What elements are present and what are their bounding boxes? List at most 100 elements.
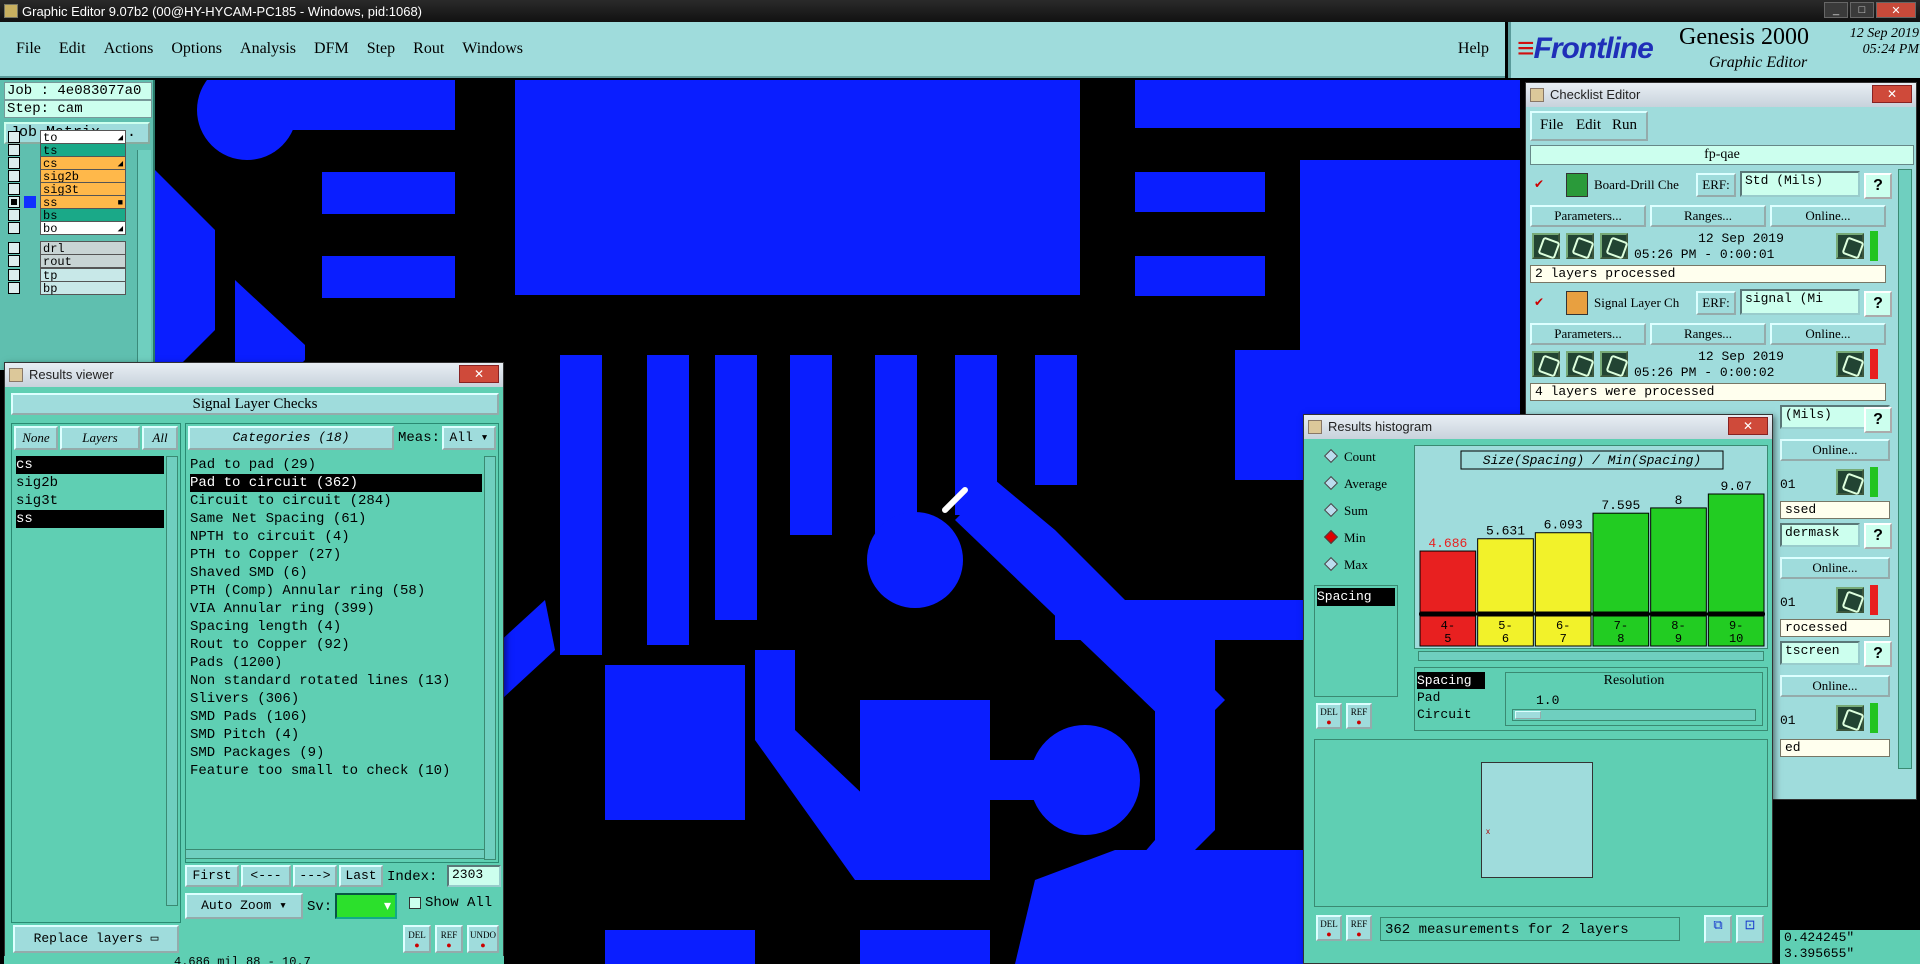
zoom-icon[interactable] <box>1836 705 1864 731</box>
board-preview[interactable]: x <box>1481 762 1593 878</box>
menu-step[interactable]: Step <box>365 38 397 60</box>
list-item[interactable]: sig2b <box>16 474 164 492</box>
layer-checkbox[interactable] <box>8 269 20 281</box>
parameters-button[interactable]: Parameters... <box>1530 323 1646 345</box>
layer-row-rout[interactable]: rout <box>8 254 126 269</box>
layer-name[interactable]: to ◢ <box>40 130 126 145</box>
horizontal-scrollbar[interactable] <box>185 849 485 859</box>
menu-windows[interactable]: Windows <box>460 38 525 60</box>
parameters-button[interactable]: Parameters... <box>1530 205 1646 227</box>
slider-handle[interactable] <box>1515 711 1541 719</box>
del-button[interactable]: DEL ● <box>1316 703 1342 729</box>
severity-select[interactable]: ▾ <box>335 893 397 919</box>
layer-checkbox[interactable] <box>8 282 20 294</box>
category-item[interactable]: VIA Annular ring (399) <box>190 600 482 618</box>
vertical-scrollbar[interactable] <box>484 456 496 860</box>
run-icon[interactable] <box>1532 233 1560 259</box>
check-enabled-icon[interactable]: ✔ <box>1534 177 1544 191</box>
layer-name[interactable]: ss ■ <box>40 195 126 210</box>
measure-list[interactable]: Spacing <box>1314 585 1398 697</box>
layer-name[interactable]: sig3t <box>40 182 126 197</box>
vertical-scrollbar[interactable] <box>1898 169 1912 769</box>
menu-rout[interactable]: Rout <box>411 38 446 60</box>
run-icon[interactable] <box>1600 233 1628 259</box>
category-item[interactable]: Same Net Spacing (61) <box>190 510 482 528</box>
layer-name[interactable]: bs <box>40 208 126 223</box>
replace-layers-select[interactable]: Replace layers ▭ <box>13 925 179 953</box>
layer-checkbox[interactable] <box>8 209 20 221</box>
category-item[interactable]: PTH (Comp) Annular ring (58) <box>190 582 482 600</box>
layer-name[interactable]: rout <box>40 254 126 269</box>
online-button[interactable]: Online... <box>1780 439 1890 461</box>
layer-checkbox[interactable] <box>8 170 20 182</box>
layer-name[interactable]: sig2b <box>40 169 126 184</box>
category-item[interactable]: Circuit to circuit (284) <box>190 492 482 510</box>
auto-zoom-select[interactable]: Auto Zoom ▾ <box>185 893 303 919</box>
radio-count[interactable]: Count <box>1323 448 1376 465</box>
horizontal-scrollbar[interactable] <box>1418 651 1764 661</box>
maximize-button[interactable]: □ <box>1850 2 1874 18</box>
menu-edit[interactable]: Edit <box>57 38 88 60</box>
layer-checkbox[interactable] <box>8 196 20 208</box>
ranges-button[interactable]: Ranges... <box>1650 323 1766 345</box>
help-button[interactable]: ? <box>1864 641 1892 667</box>
layer-checkbox[interactable] <box>8 242 20 254</box>
radio-sum[interactable]: Sum <box>1323 502 1368 519</box>
menu-actions[interactable]: Actions <box>102 38 156 60</box>
list-item[interactable]: ss <box>16 510 164 528</box>
online-button[interactable]: Online... <box>1770 323 1886 345</box>
category-item[interactable]: SMD Pitch (4) <box>190 726 482 744</box>
layer-checkbox[interactable] <box>8 131 20 143</box>
help-button[interactable]: ? <box>1864 407 1892 433</box>
layer-checkbox[interactable] <box>8 255 20 267</box>
layer-results-list[interactable]: cs sig2b sig3t ss <box>16 456 164 906</box>
list-item[interactable]: Spacing <box>1317 588 1395 606</box>
close-button[interactable]: ✕ <box>1872 85 1912 103</box>
help-button[interactable]: ? <box>1864 523 1892 549</box>
run-icon[interactable] <box>1600 351 1628 377</box>
checklist-editor-titlebar[interactable]: Checklist Editor ✕ <box>1526 83 1916 107</box>
resolution-slider[interactable] <box>1512 709 1756 721</box>
erf-select[interactable]: signal (Mi <box>1740 289 1860 315</box>
menu-file[interactable]: File <box>14 38 43 60</box>
menu-analysis[interactable]: Analysis <box>238 38 298 60</box>
layer-checkbox[interactable] <box>8 144 20 156</box>
layer-checkbox[interactable] <box>8 183 20 195</box>
category-item[interactable]: Pads (1200) <box>190 654 482 672</box>
del-button[interactable]: DEL ● <box>403 925 431 953</box>
layer-name[interactable]: bp <box>40 281 126 296</box>
zoom-region-button[interactable]: ⊡ <box>1736 915 1764 943</box>
meas-select[interactable]: All ▾ <box>442 426 496 450</box>
close-button[interactable]: ✕ <box>459 365 499 383</box>
submeasure-list[interactable]: Spacing Pad Circuit <box>1417 672 1485 728</box>
layer-row-bo[interactable]: bo ◢ <box>8 221 126 236</box>
radio-average[interactable]: Average <box>1323 475 1387 492</box>
check-enabled-icon[interactable]: ✔ <box>1534 295 1544 309</box>
zoom-icon[interactable] <box>1836 351 1864 377</box>
first-button[interactable]: First <box>185 865 239 887</box>
minimize-button[interactable]: _ <box>1824 2 1848 18</box>
category-item[interactable]: SMD Pads (106) <box>190 708 482 726</box>
category-item[interactable]: Pad to circuit (362) <box>190 474 482 492</box>
run-icon[interactable] <box>1566 233 1594 259</box>
zoom-icon[interactable] <box>1836 233 1864 259</box>
menu-help[interactable]: Help <box>1456 38 1491 60</box>
online-button[interactable]: Online... <box>1780 675 1890 697</box>
category-item[interactable]: Non standard rotated lines (13) <box>190 672 482 690</box>
category-item[interactable]: PTH to Copper (27) <box>190 546 482 564</box>
export-button[interactable]: ⧉ <box>1704 915 1732 943</box>
zoom-icon[interactable] <box>1836 469 1864 495</box>
category-list[interactable]: Pad to pad (29) Pad to circuit (362) Circu… <box>190 456 482 856</box>
help-button[interactable]: ? <box>1864 291 1892 317</box>
close-button[interactable]: ✕ <box>1876 2 1916 18</box>
layer-name[interactable]: cs ◢ <box>40 156 126 171</box>
prev-button[interactable]: <--- <box>241 865 291 887</box>
histogram-titlebar[interactable]: Results histogram ✕ <box>1304 415 1772 439</box>
radio-min[interactable]: Min <box>1323 529 1366 546</box>
category-item[interactable]: Pad to pad (29) <box>190 456 482 474</box>
layer-row-bp[interactable]: bp <box>8 281 126 296</box>
layer-checkbox[interactable] <box>8 222 20 234</box>
radio-max[interactable]: Max <box>1323 556 1368 573</box>
layer-name[interactable]: ts <box>40 143 126 158</box>
layer-scrollbar[interactable] <box>137 150 151 368</box>
